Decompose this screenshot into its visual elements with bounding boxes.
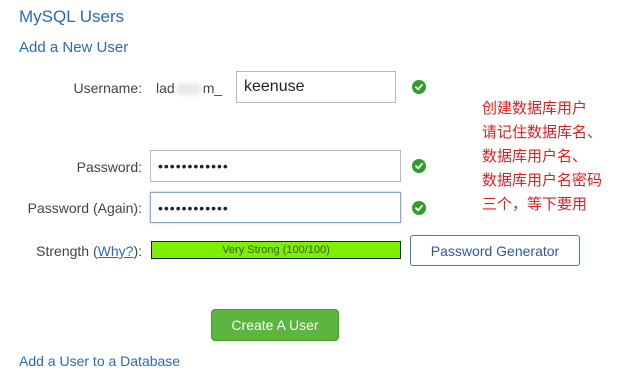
create-user-button[interactable]: Create A User bbox=[211, 309, 339, 341]
strength-label-end: ): bbox=[133, 243, 142, 259]
strength-label-start: Strength ( bbox=[36, 243, 98, 259]
strength-text: Very Strong (100/100) bbox=[222, 244, 330, 256]
redacted-blur bbox=[175, 83, 202, 96]
check-circle-icon bbox=[412, 201, 426, 215]
strength-label: Strength (Why?): bbox=[36, 243, 142, 259]
annotation-note: 创建数据库用户 请记住数据库名、 数据库用户名、 数据库用户名密码 三个，等下要… bbox=[482, 96, 638, 216]
username-input[interactable] bbox=[236, 71, 396, 103]
username-label: Username: bbox=[73, 80, 142, 96]
annotation-line: 请记住数据库名、 bbox=[482, 123, 603, 141]
annotation-line: 三个，等下要用 bbox=[482, 195, 588, 213]
username-prefix-start: lad bbox=[156, 80, 175, 96]
username-prefix: lad m_ bbox=[156, 80, 222, 96]
annotation-line: 数据库用户名密码 bbox=[482, 171, 603, 189]
password-input[interactable] bbox=[150, 150, 401, 182]
why-link[interactable]: Why? bbox=[98, 243, 134, 259]
add-user-to-database-link[interactable]: Add a User to a Database bbox=[19, 353, 180, 369]
page-title: MySQL Users bbox=[19, 7, 125, 26]
password-again-input[interactable] bbox=[150, 192, 401, 223]
check-circle-icon bbox=[412, 80, 426, 94]
password-again-label: Password (Again): bbox=[27, 200, 142, 216]
password-generator-button[interactable]: Password Generator bbox=[410, 235, 580, 266]
add-new-user-heading: Add a New User bbox=[19, 39, 129, 56]
password-label: Password: bbox=[76, 159, 142, 175]
username-prefix-end: m_ bbox=[202, 80, 223, 96]
annotation-line: 创建数据库用户 bbox=[482, 99, 588, 117]
check-circle-icon bbox=[412, 159, 426, 173]
annotation-line: 数据库用户名、 bbox=[482, 147, 588, 165]
strength-meter: Very Strong (100/100) bbox=[151, 241, 401, 259]
